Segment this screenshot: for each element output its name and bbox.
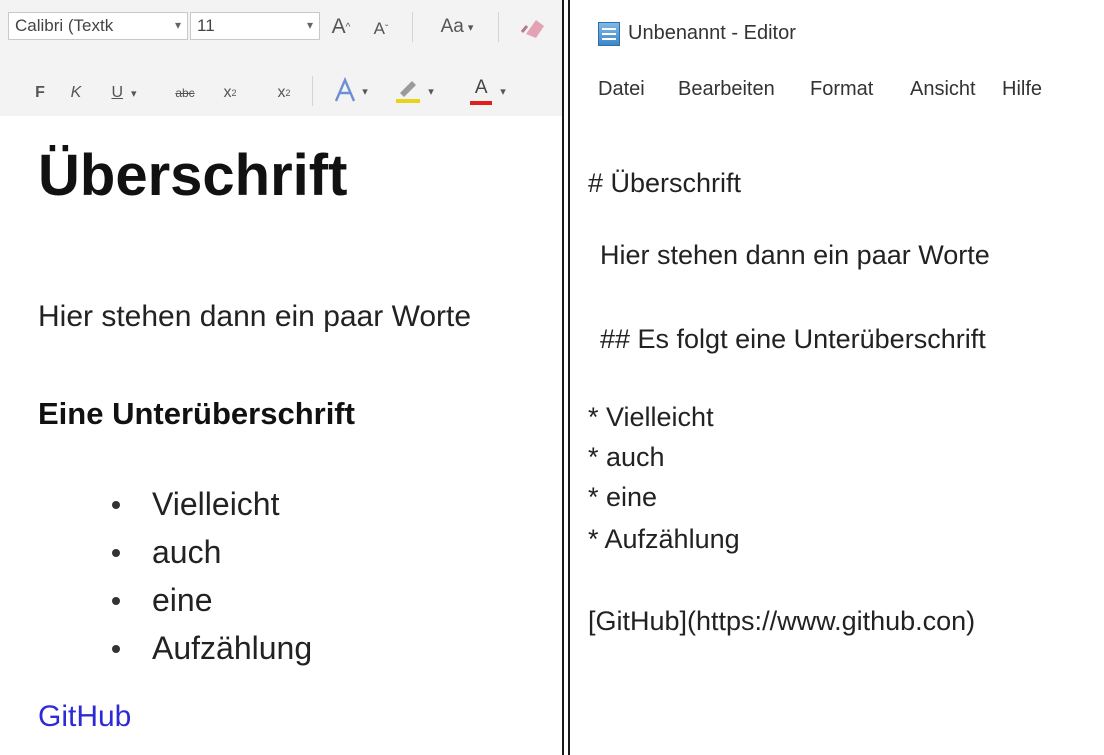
heading-2: Eine Unterüberschrift: [38, 396, 355, 431]
editor-line[interactable]: [GitHub](https://www.github.con): [588, 606, 975, 637]
font-color-swatch: [470, 101, 493, 105]
editor-line[interactable]: * Aufzählung: [588, 524, 740, 555]
underline-button[interactable]: U ▾: [111, 78, 136, 108]
grow-font-icon: A: [331, 15, 346, 38]
editor-line[interactable]: ## Es folgt eine Unterüberschrift: [600, 324, 986, 355]
ribbon-divider: [412, 12, 413, 42]
bold-icon: F: [35, 84, 45, 101]
heading-1: Überschrift: [38, 143, 348, 208]
eraser-icon: [520, 20, 544, 38]
text-effects-button[interactable]: ▾: [326, 76, 374, 106]
italic-icon: K: [70, 84, 82, 101]
chevron-down-icon: ▾: [306, 18, 313, 32]
grow-font-button[interactable]: A ^: [326, 12, 356, 42]
ribbon-divider: [498, 12, 499, 42]
font-name-combo[interactable]: Calibri (Textk ▾: [8, 12, 188, 40]
editor-line[interactable]: * eine: [588, 482, 657, 513]
underline-icon: U: [111, 84, 124, 101]
list-item: auch: [110, 528, 312, 576]
highlight-button[interactable]: ▾: [386, 76, 442, 106]
editor-line[interactable]: * auch: [588, 442, 665, 473]
text-effects-icon: [335, 77, 356, 102]
strikethrough-icon: abc: [175, 86, 195, 100]
font-color-glyph: A: [474, 77, 488, 98]
format-ribbon: Calibri (Textk ▾ 11 ▾ A ^ Aˇ Aa ▾ F K U ▾ a…: [0, 0, 562, 116]
font-color-button[interactable]: A ▾: [458, 76, 518, 106]
change-case-button[interactable]: Aa ▾: [428, 12, 486, 42]
title-bar: Unbenannt - Editor: [570, 0, 1104, 66]
bullet-list: Vielleicht auch eine Aufzählung: [110, 480, 312, 672]
menu-hilfe[interactable]: Hilfe: [1002, 78, 1042, 101]
superscript-button[interactable]: x2: [272, 78, 296, 108]
list-item: Vielleicht: [110, 480, 312, 528]
paragraph: Hier stehen dann ein paar Worte: [38, 300, 472, 333]
highlighter-icon: [396, 81, 421, 103]
chevron-down-icon: ▾: [174, 18, 181, 32]
italic-button[interactable]: K: [66, 78, 86, 108]
window-title: Unbenannt - Editor: [628, 22, 796, 44]
font-color-icon: A: [470, 77, 493, 105]
strikethrough-button[interactable]: abc: [170, 78, 200, 108]
editor-line[interactable]: * Vielleicht: [588, 402, 714, 433]
list-item: eine: [110, 576, 312, 624]
superscript-icon: x: [277, 84, 286, 101]
menu-bar: Datei Bearbeiten Format Ansicht Hilfe: [570, 70, 1104, 110]
subscript-button[interactable]: x2: [218, 78, 242, 108]
shrink-font-button[interactable]: Aˇ: [366, 14, 396, 44]
subscript-icon: x: [223, 84, 232, 101]
notepad-icon: [598, 22, 620, 46]
editor-line[interactable]: Hier stehen dann ein paar Worte: [600, 240, 990, 271]
notepad-window: Unbenannt - Editor Datei Bearbeiten Form…: [568, 0, 1104, 755]
font-name-value: Calibri (Textk: [15, 16, 114, 35]
menu-ansicht[interactable]: Ansicht: [910, 78, 976, 101]
shrink-font-icon: A: [373, 19, 385, 38]
editor-line[interactable]: # Überschrift: [588, 168, 741, 199]
ribbon-divider: [312, 76, 313, 106]
menu-bearbeiten[interactable]: Bearbeiten: [678, 78, 775, 101]
bold-button[interactable]: F: [30, 78, 50, 108]
github-link[interactable]: GitHub: [38, 700, 131, 734]
font-size-value: 11: [197, 16, 215, 35]
menu-format[interactable]: Format: [810, 78, 873, 101]
change-case-icon: Aa: [440, 16, 464, 37]
menu-datei[interactable]: Datei: [598, 78, 645, 101]
clear-formatting-button[interactable]: [514, 12, 550, 42]
font-size-combo[interactable]: 11 ▾: [190, 12, 320, 40]
list-item: Aufzählung: [110, 624, 312, 672]
word-panel: Calibri (Textk ▾ 11 ▾ A ^ Aˇ Aa ▾ F K U ▾ a…: [0, 0, 564, 755]
